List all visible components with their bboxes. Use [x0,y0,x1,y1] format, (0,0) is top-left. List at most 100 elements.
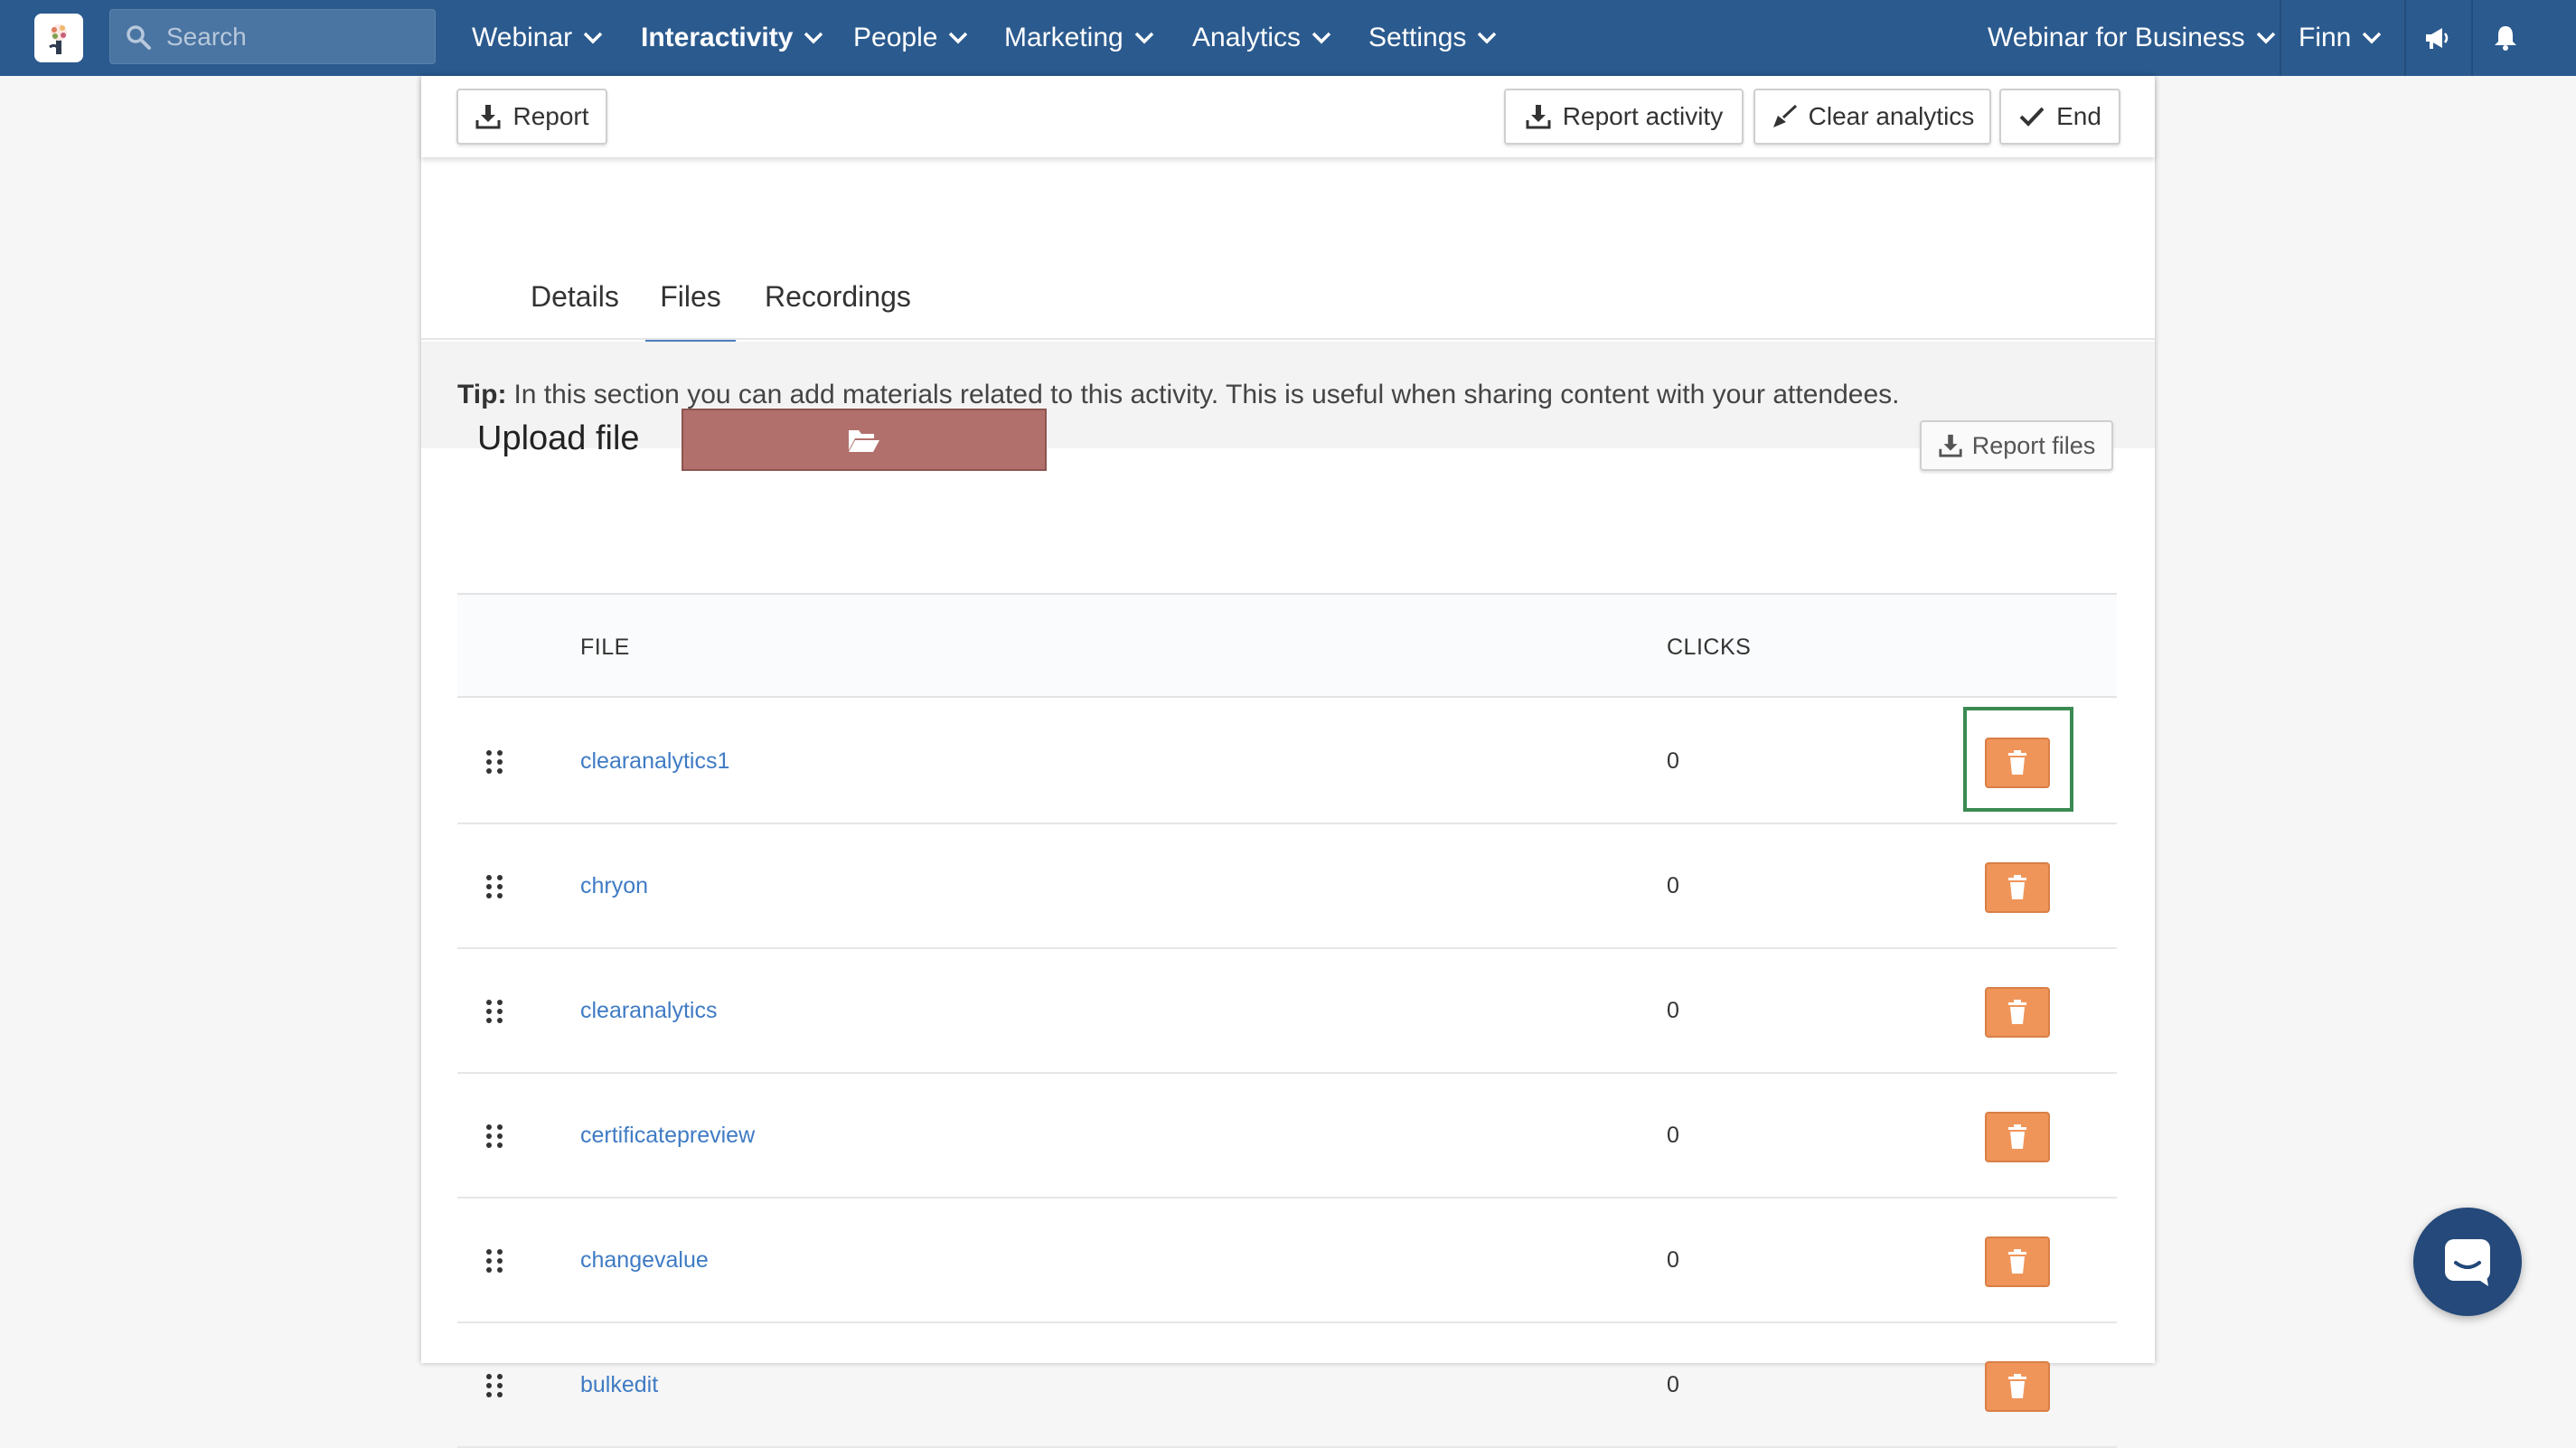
nav-divider [2471,0,2473,76]
file-link[interactable]: clearanalytics [580,998,717,1024]
clicks-count: 0 [1667,873,1679,898]
search-input[interactable] [166,22,419,52]
drag-handle-icon[interactable] [481,998,508,1025]
table-row: clearanalytics1 0 [457,700,2117,824]
org-switcher[interactable]: Webinar for Business [1988,0,2276,76]
trash-icon [2008,1124,2026,1149]
user-menu[interactable]: Finn [2299,0,2382,76]
clicks-count: 0 [1667,998,1679,1023]
nav-webinar-label: Webinar [472,23,573,52]
end-button-label: End [2056,102,2101,130]
announcements-button[interactable] [2406,0,2469,76]
nav-marketing[interactable]: Marketing [1004,0,1154,76]
report-activity-label: Report activity [1562,102,1724,130]
top-navbar: Webinar Interactivity People Marketing A… [0,0,2576,76]
tab-recordings-label: Recordings [765,280,911,313]
delete-file-button[interactable] [1985,1361,2050,1412]
nav-interactivity[interactable]: Interactivity [641,0,823,76]
report-button[interactable]: Report [456,89,607,145]
delete-file-button[interactable] [1985,987,2050,1038]
nav-people-label: People [853,23,938,52]
file-link[interactable]: clearanalytics1 [580,748,729,775]
trash-icon [2008,1249,2026,1274]
delete-file-button[interactable] [1985,1236,2050,1287]
drag-handle-icon[interactable] [481,1123,508,1150]
nav-interactivity-label: Interactivity [641,23,794,52]
nav-settings[interactable]: Settings [1368,0,1497,76]
chevron-down-icon [583,32,603,44]
report-activity-button[interactable]: Report activity [1504,89,1744,145]
table-row: changevalue 0 [457,1199,2117,1323]
tip-label: Tip: [457,380,507,409]
file-link[interactable]: certificatepreview [580,1123,755,1149]
notifications-button[interactable] [2474,0,2537,76]
clear-analytics-label: Clear analytics [1808,102,1975,130]
org-switcher-label: Webinar for Business [1988,23,2245,52]
download-icon [475,105,501,129]
delete-file-button[interactable] [1985,862,2050,913]
drag-handle-icon[interactable] [481,748,508,776]
nav-analytics[interactable]: Analytics [1192,0,1331,76]
clicks-count: 0 [1667,1123,1679,1148]
search-box[interactable] [109,9,436,64]
clicks-column-header: CLICKS [1667,635,1752,660]
delete-file-button[interactable] [1985,738,2050,788]
check-icon [2019,107,2045,127]
download-icon [1939,434,1962,457]
chevron-down-icon [2256,32,2275,44]
nav-analytics-label: Analytics [1192,23,1302,52]
chevron-down-icon [804,32,823,44]
chat-icon [2445,1239,2490,1286]
file-column-header: FILE [580,635,630,660]
flower-logo-icon [49,24,67,54]
clicks-count: 0 [1667,748,1679,774]
chevron-down-icon [1312,32,1331,44]
table-row: bulkedit 0 [457,1323,2117,1448]
clear-analytics-button[interactable]: Clear analytics [1753,89,1991,145]
nav-marketing-label: Marketing [1004,23,1123,52]
search-icon [127,24,151,50]
clicks-count: 0 [1667,1372,1679,1397]
nav-webinar[interactable]: Webinar [472,0,603,76]
tab-files[interactable]: Files [645,280,736,345]
clicks-count: 0 [1667,1247,1679,1273]
table-header: FILE CLICKS [457,593,2117,698]
chevron-down-icon [1478,32,1497,44]
support-chat-button[interactable] [2413,1208,2522,1316]
trash-icon [2008,875,2026,899]
file-link[interactable]: chryon [580,873,648,899]
broom-icon [1772,104,1797,127]
download-icon [1526,105,1551,129]
upload-file-button[interactable] [682,409,1047,471]
drag-handle-icon[interactable] [481,873,508,900]
user-menu-label: Finn [2299,23,2352,52]
nav-people[interactable]: People [853,0,968,76]
action-toolbar: Report Report activity Clear analytics E… [421,76,2155,157]
tab-files-label: Files [660,280,721,313]
table-row: clearanalytics 0 [457,949,2117,1074]
tab-bar: Details Files Recordings [421,157,2155,345]
trash-icon [2008,1000,2026,1024]
tab-details[interactable]: Details [531,280,619,345]
nav-divider [2280,0,2281,76]
report-files-label: Report files [1971,431,2096,459]
delete-file-button[interactable] [1985,1112,2050,1162]
activity-panel: Report Report activity Clear analytics E… [421,76,2155,1448]
bell-icon [2495,26,2516,51]
drag-handle-icon[interactable] [481,1247,508,1274]
chevron-down-icon [1134,32,1153,44]
upload-file-label: Upload file [477,419,640,457]
file-link[interactable]: bulkedit [580,1372,658,1398]
chevron-down-icon [2363,32,2382,44]
end-button[interactable]: End [1999,89,2120,145]
table-row: chryon 0 [457,824,2117,949]
drag-handle-icon[interactable] [481,1372,508,1399]
folder-open-icon [849,429,879,452]
report-files-button[interactable]: Report files [1920,420,2113,471]
tab-recordings[interactable]: Recordings [765,280,911,345]
table-row: certificatepreview 0 [457,1074,2117,1199]
tab-details-label: Details [531,280,619,313]
app-logo[interactable] [34,14,83,62]
file-link[interactable]: changevalue [580,1247,709,1274]
trash-icon [2008,750,2026,775]
